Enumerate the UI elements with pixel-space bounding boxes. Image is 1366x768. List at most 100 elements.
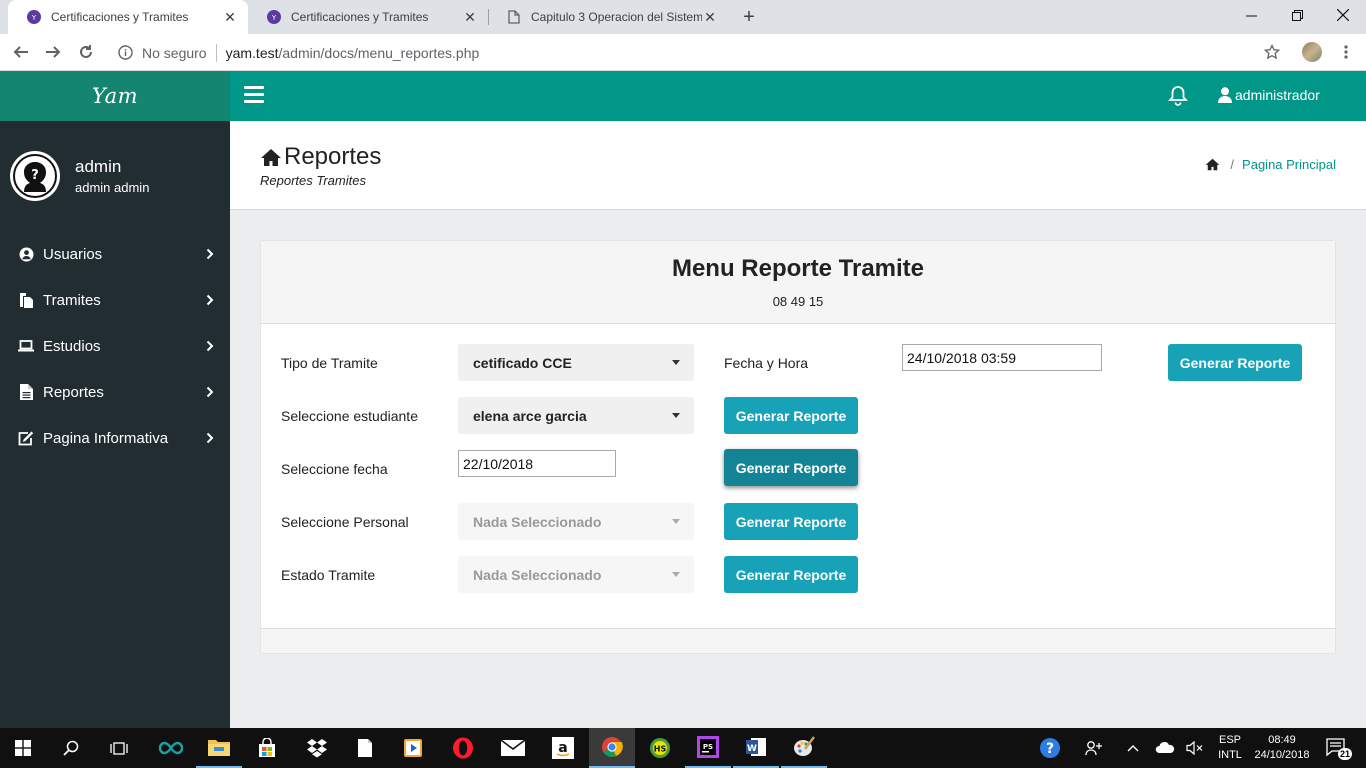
opera-icon[interactable] <box>440 728 486 768</box>
file-explorer-icon[interactable] <box>196 728 242 768</box>
paint-icon[interactable] <box>781 728 827 768</box>
personal-label: Seleccione Personal <box>281 514 409 530</box>
svg-text:HS: HS <box>654 745 667 754</box>
estudiante-select[interactable]: elena arce garcia <box>458 397 694 434</box>
close-tab-icon[interactable]: ✕ <box>702 9 718 25</box>
sidebar-item-tramites[interactable]: Tramites <box>0 277 230 323</box>
amazon-icon[interactable]: a <box>540 728 586 768</box>
sidebar-item-label: Usuarios <box>43 245 103 263</box>
bell-icon[interactable] <box>1167 85 1189 109</box>
personal-select[interactable]: Nada Seleccionado <box>458 503 694 540</box>
phpstorm-icon[interactable]: PS <box>685 728 731 768</box>
generar-reporte-estudiante-button[interactable]: Generar Reporte <box>724 397 858 434</box>
select-value: cetificado CCE <box>473 354 572 371</box>
notification-center-icon[interactable]: 21 <box>1322 728 1353 768</box>
chevron-right-icon <box>204 386 216 398</box>
tab-title: Certificaciones y Tramites <box>291 10 429 24</box>
onedrive-cloud-icon[interactable] <box>1152 728 1178 768</box>
caret-down-icon <box>672 572 680 577</box>
mail-icon[interactable] <box>490 728 536 768</box>
site-favicon: Y <box>26 9 42 25</box>
new-tab-button[interactable]: + <box>737 5 761 29</box>
sidebar-item-estudios[interactable]: Estudios <box>0 323 230 369</box>
user-label: administrador <box>1235 87 1320 103</box>
browser-tab-1[interactable]: Y Certificaciones y Tramites ✕ <box>8 0 248 34</box>
select-value: Nada Seleccionado <box>473 513 602 530</box>
heidisql-icon[interactable]: HS <box>637 728 683 768</box>
people-icon[interactable] <box>1080 728 1108 768</box>
user-icon <box>1218 87 1232 103</box>
store-icon[interactable] <box>244 728 290 768</box>
tipo-tramite-select[interactable]: cetificado CCE <box>458 344 694 381</box>
media-player-icon[interactable] <box>390 728 436 768</box>
tab-title: Certificaciones y Tramites <box>51 10 189 24</box>
help-icon[interactable]: ? <box>1036 728 1064 768</box>
sidebar-item-reportes[interactable]: Reportes <box>0 369 230 415</box>
sidebar-item-usuarios[interactable]: Usuarios <box>0 231 230 277</box>
fecha-label: Seleccione fecha <box>281 461 388 477</box>
svg-text:PS: PS <box>703 743 713 751</box>
generar-reporte-estado-button[interactable]: Generar Reporte <box>724 556 858 593</box>
forward-arrow-icon[interactable] <box>41 40 65 64</box>
home-icon <box>260 148 282 167</box>
breadcrumb-link[interactable]: Pagina Principal <box>1242 157 1336 172</box>
close-window-button[interactable] <box>1320 0 1366 30</box>
svg-text:Y: Y <box>31 14 37 22</box>
bookmark-star-icon[interactable] <box>1260 40 1284 64</box>
generar-reporte-fecha-hora-button[interactable]: Generar Reporte <box>1168 344 1302 381</box>
sidebar-item-pagina-informativa[interactable]: Pagina Informativa <box>0 415 230 461</box>
home-icon[interactable] <box>1205 158 1220 171</box>
chevron-up-icon[interactable] <box>1120 728 1146 768</box>
windows-start-icon[interactable] <box>0 728 46 768</box>
fecha-input[interactable] <box>458 450 616 477</box>
notepad-file-icon[interactable] <box>342 728 388 768</box>
sidebar-item-label: Estudios <box>43 337 101 355</box>
browser-tab-3[interactable]: Capitulo 3 Operacion del Sistema ✕ <box>488 0 728 34</box>
browser-tab-2[interactable]: Y Certificaciones y Tramites ✕ <box>248 0 488 34</box>
user-circle-icon <box>18 247 34 262</box>
card-footer <box>261 628 1335 653</box>
chevron-right-icon <box>204 248 216 260</box>
restore-button[interactable] <box>1274 0 1320 30</box>
select-value: Nada Seleccionado <box>473 566 602 583</box>
chrome-icon[interactable] <box>589 728 635 768</box>
files-icon <box>18 292 34 308</box>
sidebar-item-label: Reportes <box>43 383 104 401</box>
breadcrumb: / Pagina Principal <box>1205 157 1336 172</box>
reload-icon[interactable] <box>74 40 98 64</box>
svg-text:?: ? <box>1046 741 1054 757</box>
minimize-button[interactable] <box>1228 0 1274 30</box>
close-tab-icon[interactable]: ✕ <box>462 9 478 25</box>
file-text-icon <box>18 384 34 400</box>
hamburger-menu-icon[interactable] <box>244 86 264 104</box>
close-tab-icon[interactable]: ✕ <box>222 9 238 25</box>
back-arrow-icon[interactable] <box>9 40 33 64</box>
dropbox-icon[interactable] <box>294 728 340 768</box>
language-indicator[interactable]: ESP INTL <box>1212 733 1248 763</box>
generar-reporte-personal-button[interactable]: Generar Reporte <box>724 503 858 540</box>
language-bottom: INTL <box>1218 749 1242 761</box>
fecha-hora-label: Fecha y Hora <box>724 355 809 371</box>
svg-text:W: W <box>747 744 757 754</box>
volume-muted-icon[interactable] <box>1182 728 1208 768</box>
app-logo[interactable]: Yam <box>92 84 138 108</box>
word-icon[interactable]: W <box>733 728 779 768</box>
fecha-hora-input[interactable] <box>902 344 1102 371</box>
notification-count-badge: 21 <box>1338 748 1353 760</box>
card-clock: 08 49 15 <box>772 294 824 309</box>
tab-title: Capitulo 3 Operacion del Sistema <box>531 10 702 24</box>
task-view-icon[interactable] <box>96 728 142 768</box>
clock[interactable]: 08:49 24/10/2018 <box>1248 733 1316 763</box>
search-icon[interactable] <box>48 728 94 768</box>
breadcrumb-separator: / <box>1230 157 1235 172</box>
user-menu[interactable]: administrador <box>1218 87 1320 103</box>
generar-reporte-fecha-button[interactable]: Generar Reporte <box>724 449 858 486</box>
info-icon[interactable] <box>118 45 133 63</box>
address-bar[interactable]: No seguro yam.test/admin/docs/menu_repor… <box>108 38 1294 67</box>
profile-avatar[interactable] <box>1302 42 1322 62</box>
sidebar-item-label: Pagina Informativa <box>43 429 169 447</box>
arduino-icon[interactable] <box>148 728 194 768</box>
sidebar-item-label: Tramites <box>43 291 101 309</box>
more-menu-icon[interactable] <box>1334 40 1358 64</box>
estado-tramite-select[interactable]: Nada Seleccionado <box>458 556 694 593</box>
